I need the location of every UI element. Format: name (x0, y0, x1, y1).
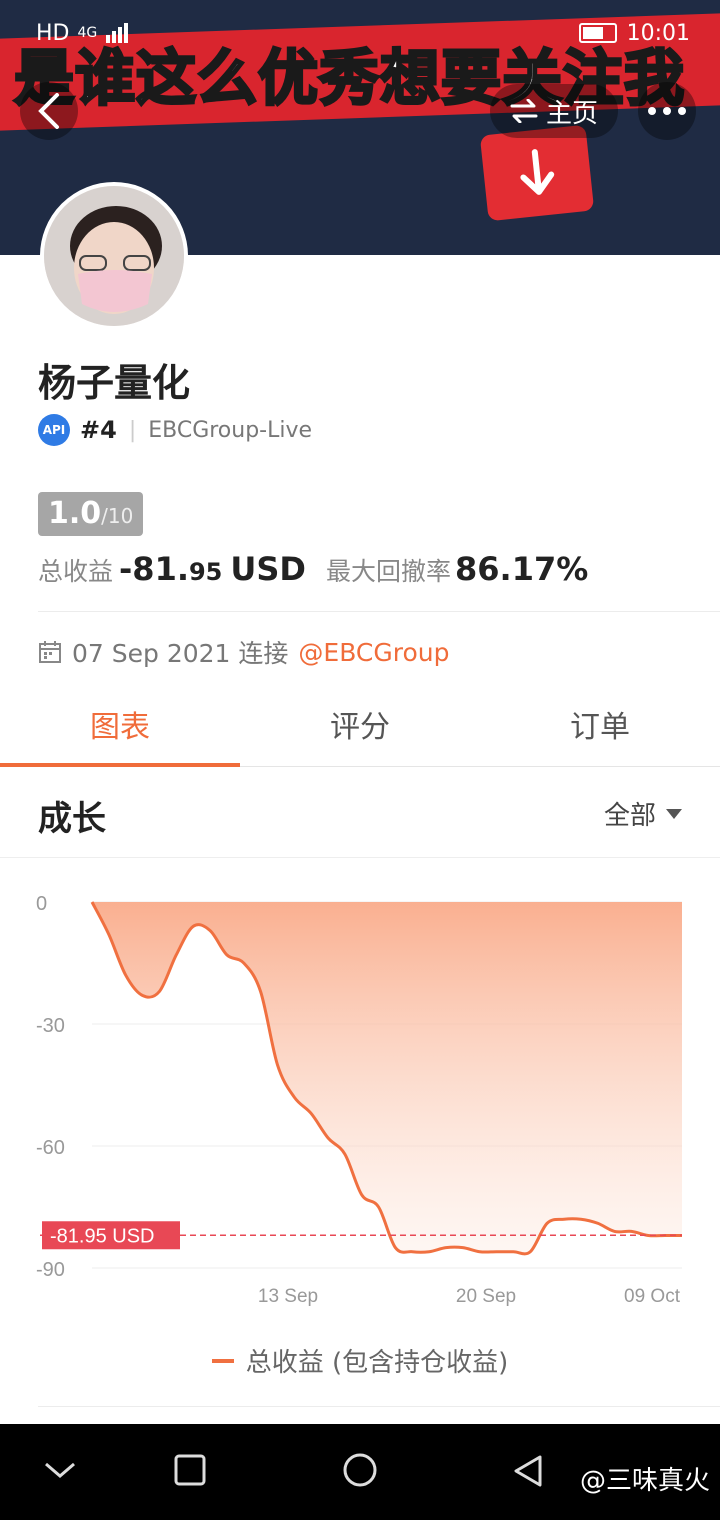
network-indicator: 4G (77, 25, 98, 41)
avatar[interactable] (40, 182, 188, 330)
growth-chart: -81.95 USD 0 -30 -60 -90 13 Sep 20 Sep 09 Oct (36, 893, 682, 1307)
back-arrow-icon (38, 93, 59, 129)
max-drawdown-value: 86.17% (455, 550, 589, 588)
status-time: 10:01 (626, 20, 690, 46)
score-max: /10 (101, 504, 134, 528)
total-profit-main: -81. (119, 550, 189, 588)
calendar-icon (39, 641, 61, 663)
rank-label: #4 (80, 416, 117, 444)
hd-indicator: HD (36, 20, 70, 46)
y-tick-label: -90 (36, 1259, 65, 1281)
chevron-down-icon (666, 808, 682, 819)
status-bar: HD 4G 10:01 (36, 18, 690, 48)
chart-legend: 总收益 (包含持仓收益) (0, 1342, 720, 1379)
current-value-label: -81.95 USD (50, 1225, 155, 1247)
legend-label: 总收益 (包含持仓收益) (245, 1348, 509, 1378)
api-badge-icon: API (38, 414, 70, 446)
total-profit-unit: USD (230, 550, 306, 588)
tab-orders[interactable]: 订单 (480, 700, 720, 766)
meta-separator: | (128, 417, 137, 443)
back-button[interactable] (20, 82, 78, 140)
profile-stats: 总收益 -81.95 USD 最大回撤率 86.17% (38, 550, 588, 588)
total-profit-cents: 95 (188, 558, 223, 586)
y-tick-label: 0 (36, 893, 47, 915)
total-profit-label: 总收益 (38, 557, 114, 586)
score-badge: 1.0 /10 (38, 492, 144, 536)
swap-icon (510, 99, 538, 123)
current-value-tag: -81.95 USD (42, 1221, 180, 1250)
x-tick-label: 20 Sep (456, 1286, 516, 1307)
x-tick-label: 13 Sep (258, 1286, 318, 1307)
home-label: 主页 (545, 98, 598, 129)
range-filter-dropdown[interactable]: 全部 (604, 795, 682, 832)
more-icon (648, 107, 686, 115)
divider (38, 1406, 720, 1407)
section-title: 成长 (38, 799, 106, 839)
nav-home-icon[interactable] (342, 1452, 378, 1488)
x-tick-label: 09 Oct (624, 1286, 681, 1307)
watermark: @三味真火 (579, 1466, 710, 1496)
y-tick-label: -60 (36, 1137, 65, 1159)
range-filter-label: 全部 (603, 801, 656, 831)
tab-chart[interactable]: 图表 (0, 700, 240, 767)
broker-label: EBCGroup-Live (148, 417, 313, 443)
score-value: 1.0 (48, 496, 102, 531)
signal-icon (106, 23, 129, 43)
banner-arrow-icon (479, 124, 595, 222)
growth-area (92, 902, 682, 1254)
connect-account-link[interactable]: @EBCGroup (298, 638, 449, 667)
divider (38, 611, 720, 612)
connect-info: 07 Sep 2021 连接 @EBCGroup (38, 634, 449, 670)
home-button[interactable]: 主页 (490, 84, 618, 138)
nav-collapse-icon[interactable] (44, 1460, 76, 1480)
tab-bar: 图表 评分 订单 (0, 700, 720, 767)
y-tick-label: -30 (36, 1015, 65, 1037)
connect-date: 07 Sep 2021 连接 (72, 639, 289, 668)
total-profit-value: -81.95 (119, 550, 222, 588)
max-drawdown-label: 最大回撤率 (325, 557, 451, 586)
system-nav-bar: @三味真火 (0, 1424, 720, 1520)
growth-section-header: 成长 全部 (0, 767, 720, 858)
battery-icon (578, 23, 617, 43)
nav-back-icon[interactable] (512, 1454, 544, 1488)
tab-rating[interactable]: 评分 (240, 700, 480, 766)
legend-swatch (211, 1358, 234, 1363)
more-button[interactable] (638, 82, 696, 140)
trader-meta: API #4 | EBCGroup-Live (38, 414, 312, 446)
trader-name: 杨子量化 (38, 361, 191, 405)
nav-recent-icon[interactable] (174, 1454, 206, 1486)
